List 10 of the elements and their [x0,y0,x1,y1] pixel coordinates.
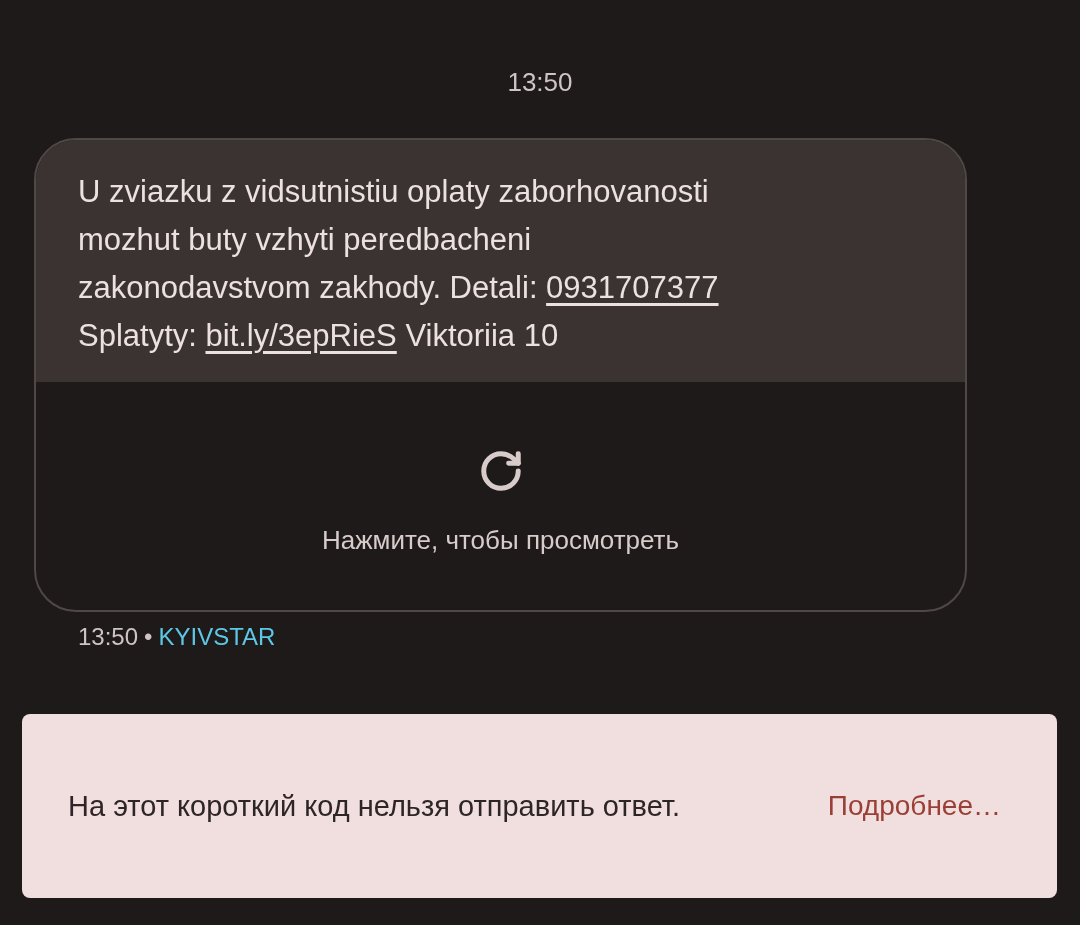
message-link[interactable]: 0931707377 [546,270,719,305]
tap-to-view-button[interactable]: Нажмите, чтобы просмотреть [36,382,965,610]
conversation-timestamp: 13:50 [507,66,573,98]
message-text: U zviazku z vidsutnistiu oplaty zaborhovanosti mozhut buty vzhyti peredbacheni zakonodavstvom zakhody. Detali: 0931707377 Splatyty: bit.ly/3epRieS Viktoriia 10 [36,140,965,382]
separator-dot: • [144,622,153,652]
notice-text: На этот короткий код нельзя отправить ответ. [68,788,681,824]
message-time: 13:50 [78,622,139,652]
sender-name: KYIVSTAR [158,622,276,652]
message-link[interactable]: bit.ly/3epRieS [205,318,397,353]
learn-more-link[interactable]: Подробнее… [827,790,1001,822]
